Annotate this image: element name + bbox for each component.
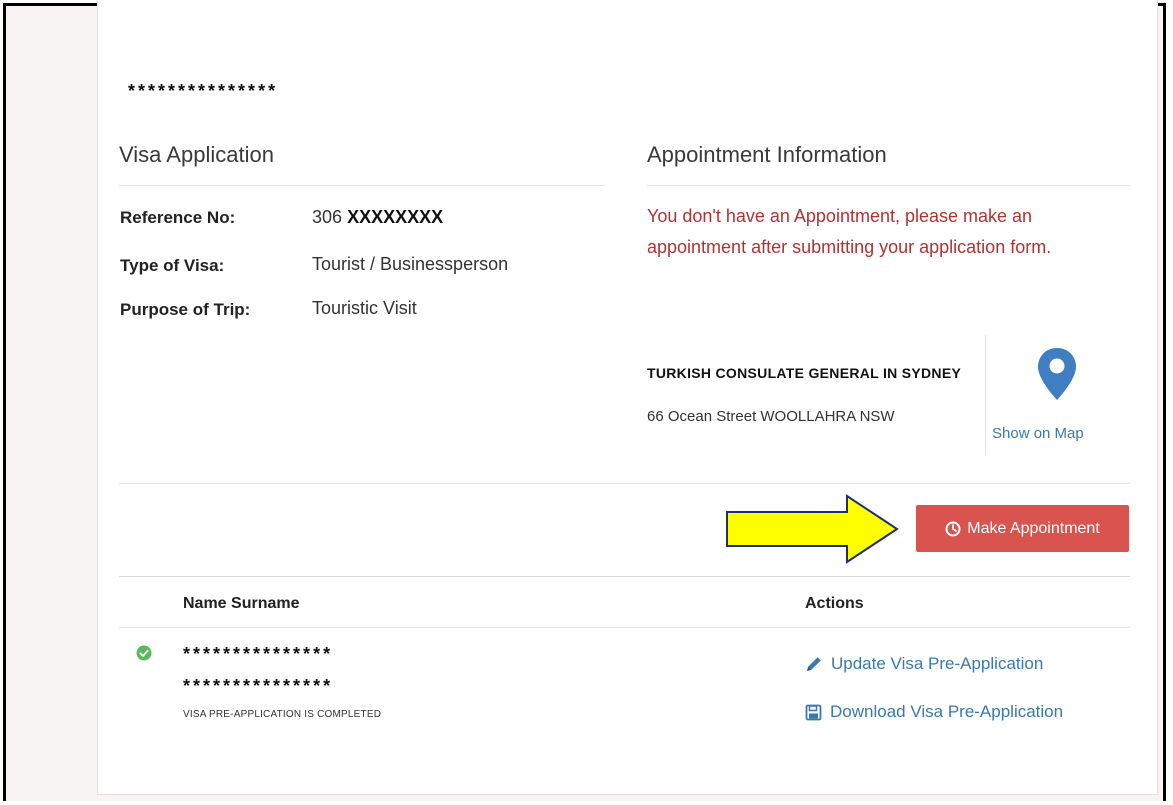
make-appointment-button[interactable]: Make Appointment [916, 505, 1129, 552]
reference-no-label: Reference No: [120, 208, 236, 227]
applicant-masked-name: *************** [128, 81, 279, 101]
reference-masked: XXXXXXXX [347, 207, 444, 227]
name-surname-header: Name Surname [183, 595, 300, 612]
table-row-status: VISA PRE-APPLICATION IS COMPLETED [183, 709, 382, 720]
pencil-icon [807, 657, 821, 671]
purpose-of-trip-value: Touristic Visit [312, 298, 417, 318]
clock-icon [945, 521, 961, 536]
appointment-info-divider [647, 185, 1130, 186]
download-pre-application-label: Download Visa Pre-Application [830, 702, 1064, 721]
type-of-visa-value: Tourist / Businessperson [312, 254, 509, 274]
visa-application-title: Visa Application [119, 142, 274, 167]
floppy-disk-icon [805, 704, 822, 720]
yellow-arrow-icon [726, 494, 899, 564]
visa-application-divider [119, 185, 605, 186]
table-row-name-line1: *************** [183, 644, 334, 664]
consulate-name: TURKISH CONSULATE GENERAL IN SYDNEY [647, 365, 962, 381]
no-appointment-warning: You don't have an Appointment, please ma… [647, 206, 1052, 257]
make-appointment-label: Make Appointment [967, 519, 1100, 537]
check-circle-icon [136, 645, 152, 661]
download-pre-application-link[interactable]: Download Visa Pre-Application [805, 702, 1063, 722]
map-separator [985, 335, 986, 455]
update-pre-application-label: Update Visa Pre-Application [831, 654, 1044, 673]
map-pin-icon[interactable] [1035, 346, 1079, 402]
type-of-visa-label: Type of Visa: [120, 256, 225, 275]
update-pre-application-link[interactable]: Update Visa Pre-Application [805, 654, 1043, 674]
actions-header: Actions [805, 595, 864, 612]
consulate-address: 66 Ocean Street WOOLLAHRA NSW [647, 408, 895, 425]
section-divider [119, 483, 1130, 484]
table-row-name-line2: *************** [183, 676, 334, 696]
reference-no-value: 306 XXXXXXXX [312, 207, 443, 228]
purpose-of-trip-label: Purpose of Trip: [120, 300, 251, 319]
reference-prefix: 306 [312, 207, 343, 227]
table-header-divider [119, 627, 1130, 628]
show-on-map-link[interactable]: Show on Map [992, 425, 1084, 442]
appointment-info-title: Appointment Information [647, 142, 887, 167]
table-top-divider [119, 576, 1130, 577]
